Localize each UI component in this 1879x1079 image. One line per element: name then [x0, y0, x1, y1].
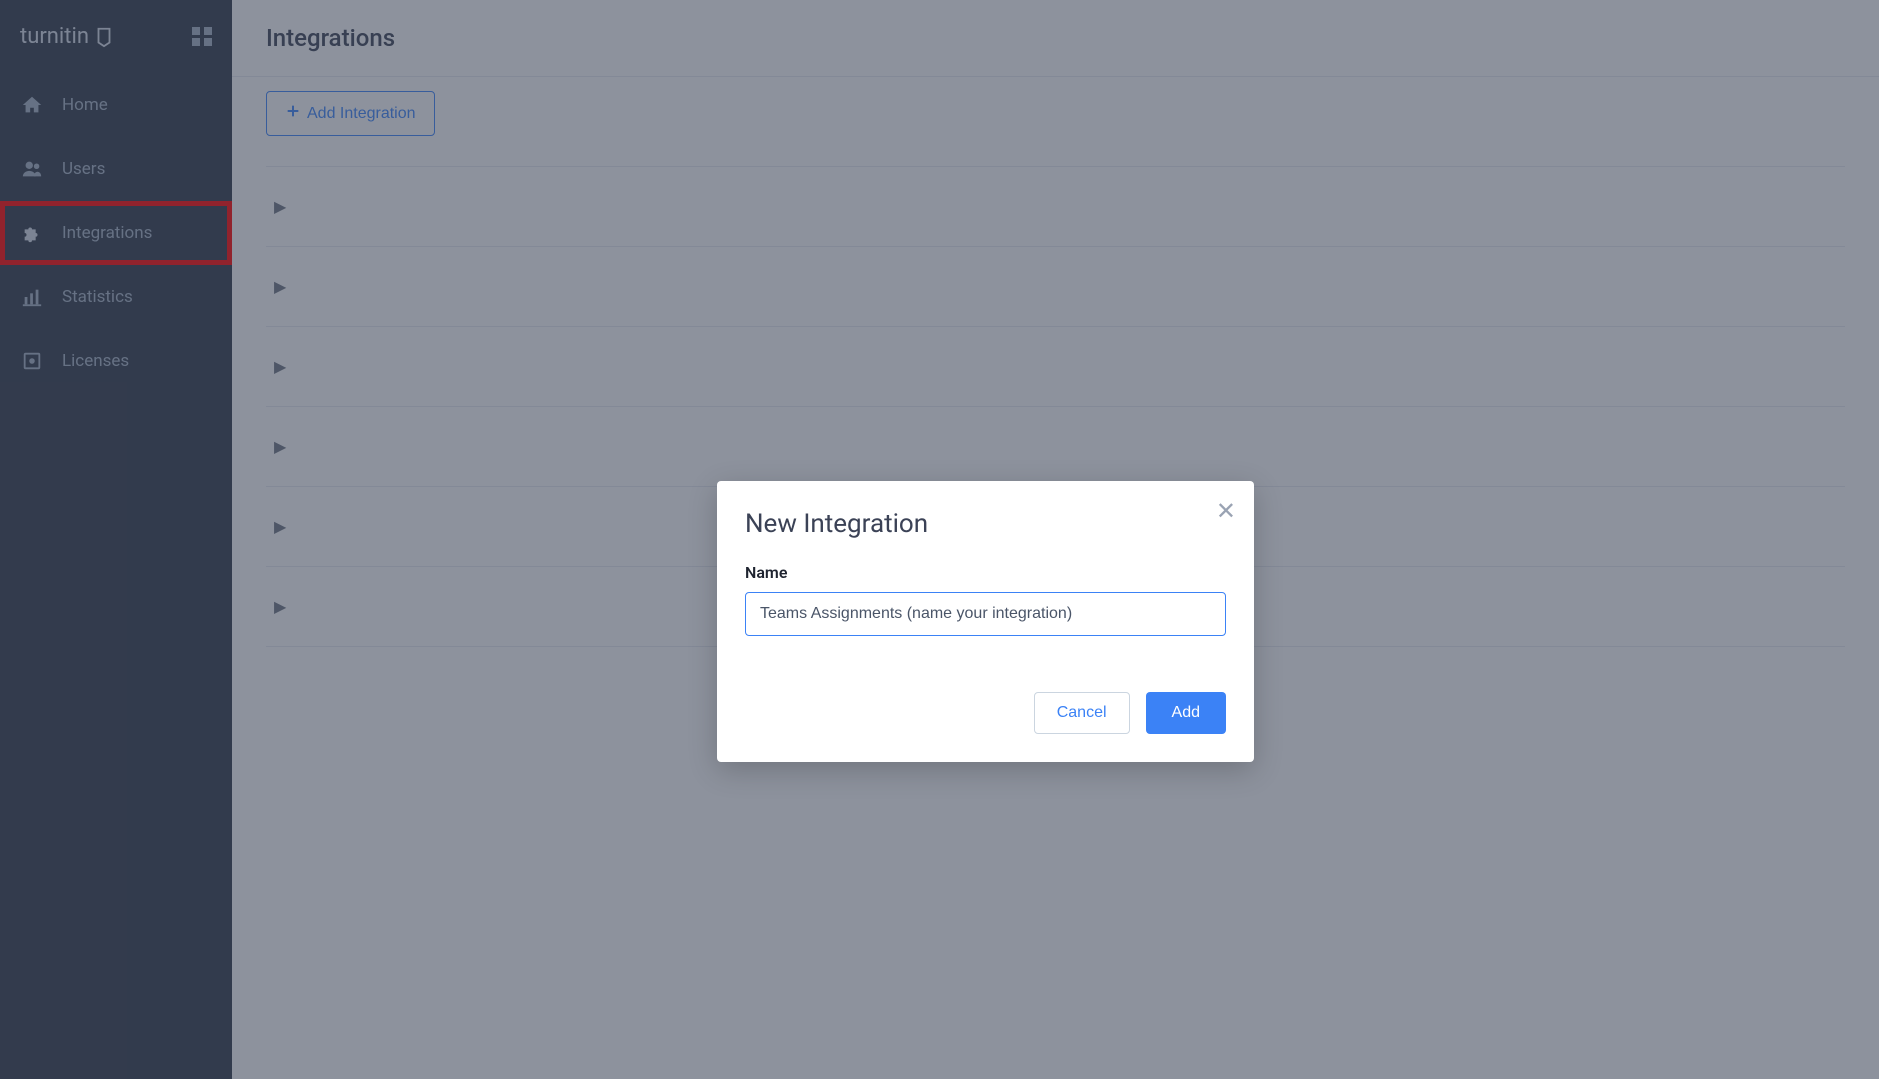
new-integration-modal: ✕ New Integration Name Cancel Add	[717, 481, 1254, 762]
cancel-button[interactable]: Cancel	[1034, 692, 1130, 734]
modal-actions: Cancel Add	[745, 692, 1226, 734]
name-label: Name	[745, 563, 1226, 582]
close-icon: ✕	[1216, 498, 1236, 525]
add-button[interactable]: Add	[1146, 692, 1226, 734]
close-button[interactable]: ✕	[1216, 497, 1236, 526]
name-input[interactable]	[745, 592, 1226, 636]
modal-title: New Integration	[745, 509, 1226, 539]
